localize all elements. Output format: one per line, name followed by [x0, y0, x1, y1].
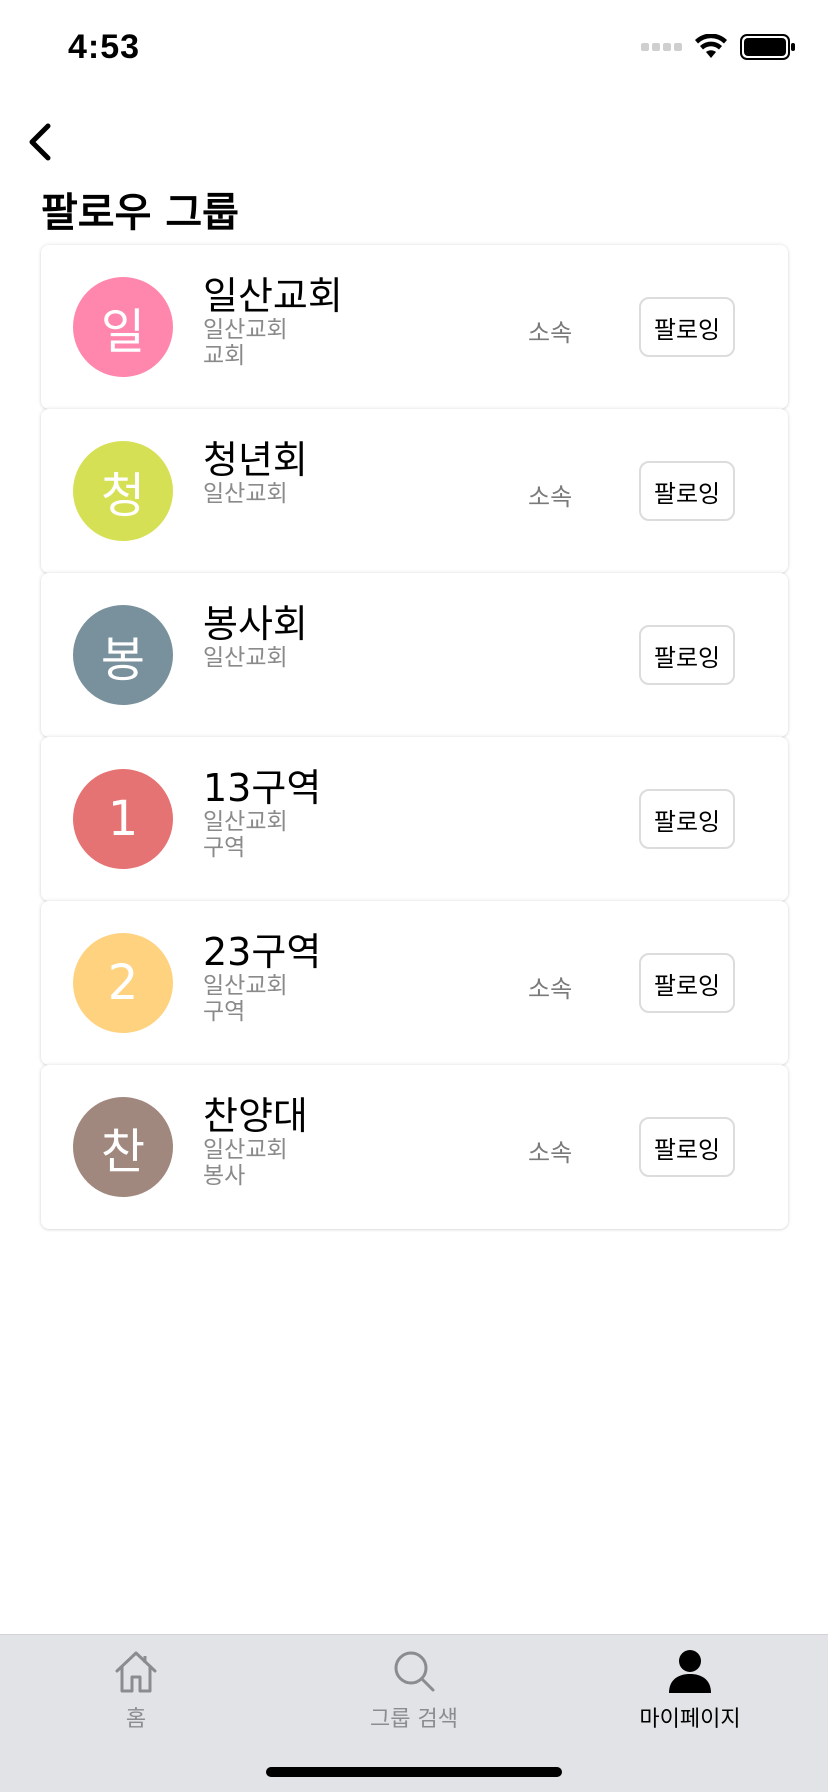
wifi-icon — [695, 34, 727, 58]
group-category: 구역 — [203, 835, 246, 861]
tab-my-page-label: 마이페이지 — [639, 1707, 741, 1732]
group-list: 일 일산교회 일산교회 교회 소속 팔로잉 청 청년회 일산교회 소속 팔로잉 … — [41, 245, 788, 1229]
home-icon — [115, 1651, 157, 1693]
group-category: 구역 — [203, 999, 246, 1025]
group-subtitle: 일산교회 봉사 — [203, 1137, 288, 1189]
group-name: 봉사회 — [203, 602, 308, 646]
following-button[interactable]: 팔로잉 — [639, 625, 735, 685]
group-parent: 일산교회 — [203, 809, 288, 835]
following-button[interactable]: 팔로잉 — [639, 953, 735, 1013]
home-indicator — [266, 1767, 562, 1777]
group-name: 23구역 — [203, 930, 322, 974]
group-card[interactable]: 1 13구역 일산교회 구역 팔로잉 — [41, 737, 788, 901]
group-name: 13구역 — [203, 766, 322, 810]
group-avatar: 일 — [73, 277, 173, 377]
tab-home[interactable]: 홈 — [36, 1647, 236, 1747]
following-button[interactable]: 팔로잉 — [639, 297, 735, 357]
following-button[interactable]: 팔로잉 — [639, 1117, 735, 1177]
membership-label: 소속 — [528, 319, 573, 347]
group-parent: 일산교회 — [203, 481, 288, 507]
group-subtitle: 일산교회 구역 — [203, 809, 288, 861]
status-time: 4:53 — [68, 28, 141, 66]
battery-icon — [740, 34, 795, 60]
back-button[interactable] — [22, 118, 62, 166]
following-button[interactable]: 팔로잉 — [639, 789, 735, 849]
group-card[interactable]: 봉 봉사회 일산교회 팔로잉 — [41, 573, 788, 737]
group-card[interactable]: 찬 찬양대 일산교회 봉사 소속 팔로잉 — [41, 1065, 788, 1229]
group-card[interactable]: 일 일산교회 일산교회 교회 소속 팔로잉 — [41, 245, 788, 409]
membership-label: 소속 — [528, 483, 573, 511]
group-name: 청년회 — [203, 438, 308, 482]
group-name: 일산교회 — [203, 274, 343, 318]
group-avatar: 1 — [73, 769, 173, 869]
group-subtitle: 일산교회 — [203, 481, 288, 507]
membership-label: 소속 — [528, 1139, 573, 1167]
tab-group-search-label: 그룹 검색 — [370, 1707, 458, 1732]
group-card[interactable]: 청 청년회 일산교회 소속 팔로잉 — [41, 409, 788, 573]
group-avatar: 청 — [73, 441, 173, 541]
group-parent: 일산교회 — [203, 1137, 288, 1163]
cellular-signal-icon — [641, 43, 682, 51]
screen: 4:53 팔로우 그룹 일 일산교회 일산교회 교회 소속 팔로잉 청 청년회 … — [0, 0, 828, 1792]
group-parent: 일산교회 — [203, 645, 288, 671]
search-icon — [394, 1651, 435, 1692]
tab-home-label: 홈 — [125, 1707, 147, 1732]
group-avatar: 봉 — [73, 605, 173, 705]
group-card[interactable]: 2 23구역 일산교회 구역 소속 팔로잉 — [41, 901, 788, 1065]
tab-my-page[interactable]: 마이페이지 — [590, 1647, 790, 1747]
group-subtitle: 일산교회 교회 — [203, 317, 288, 369]
status-icons — [641, 34, 796, 60]
group-parent: 일산교회 — [203, 973, 288, 999]
group-name: 찬양대 — [203, 1094, 308, 1138]
chevron-left-icon — [29, 123, 51, 161]
group-avatar: 찬 — [73, 1097, 173, 1197]
group-parent: 일산교회 — [203, 317, 288, 343]
tab-group-search[interactable]: 그룹 검색 — [314, 1647, 514, 1747]
group-subtitle: 일산교회 구역 — [203, 973, 288, 1025]
group-category: 교회 — [203, 343, 246, 369]
group-avatar: 2 — [73, 933, 173, 1033]
page-title: 팔로우 그룹 — [41, 190, 239, 236]
membership-label: 소속 — [528, 975, 573, 1003]
group-subtitle: 일산교회 — [203, 645, 288, 671]
person-icon — [669, 1650, 711, 1693]
following-button[interactable]: 팔로잉 — [639, 461, 735, 521]
group-category: 봉사 — [203, 1163, 246, 1189]
